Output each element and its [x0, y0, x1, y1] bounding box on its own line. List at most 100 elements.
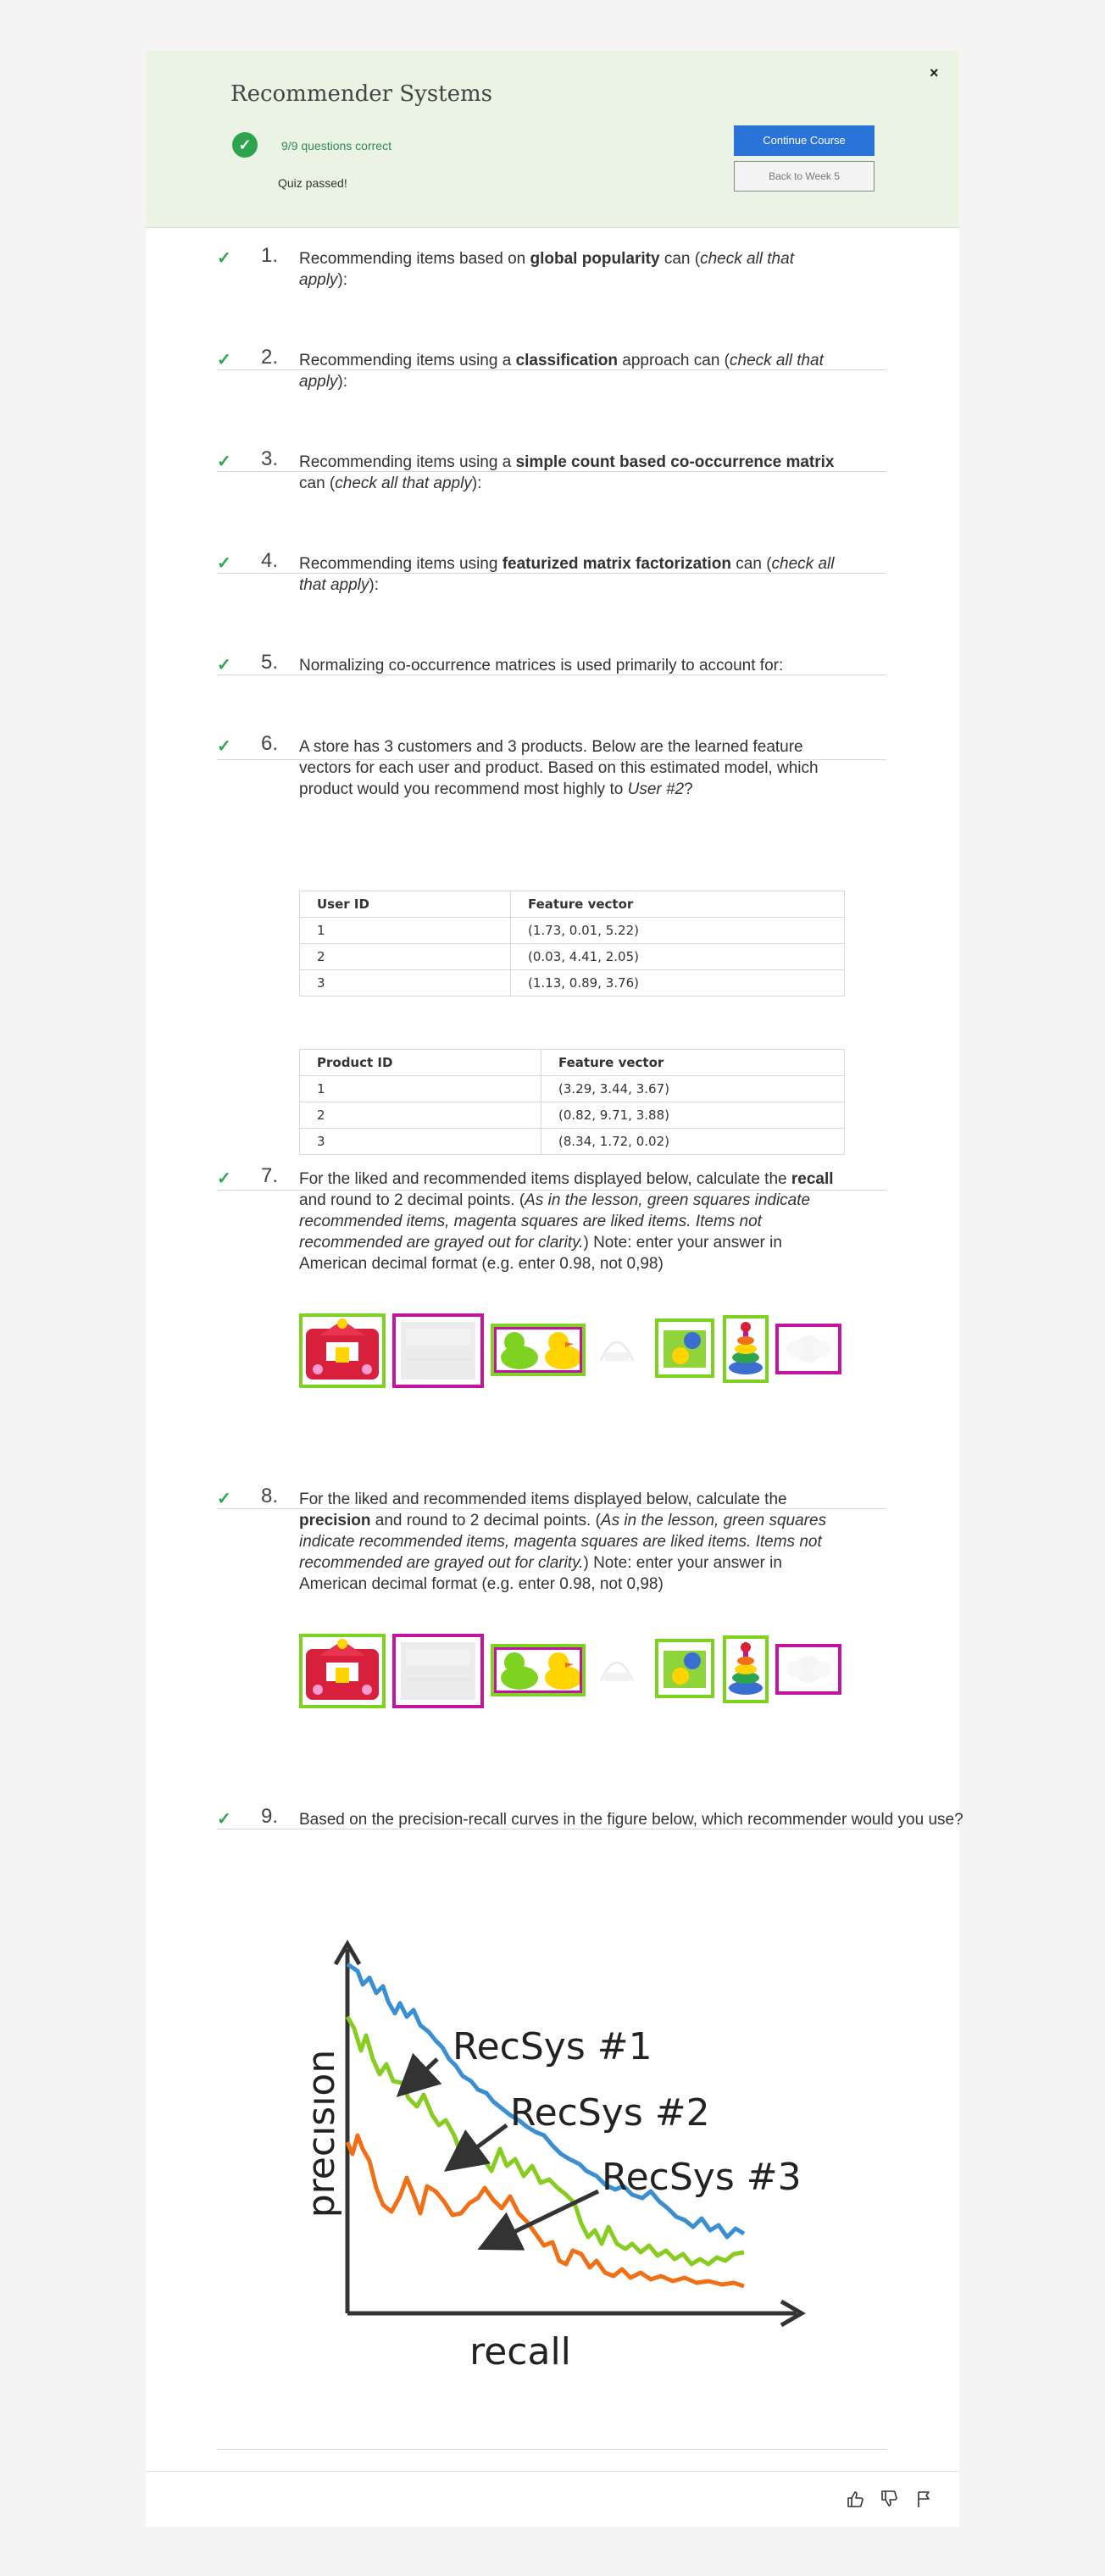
question-text: Normalizing co-occurrence matrices is us…	[299, 657, 784, 675]
baby-gym-image	[599, 1341, 635, 1362]
item-crib-bedding	[392, 1634, 484, 1708]
check-icon: ✓	[217, 1810, 231, 1829]
check-icon: ✓	[217, 737, 231, 756]
table-cell: (0.82, 9.71, 3.88)	[541, 1102, 845, 1129]
item-rubber-ducks	[491, 1644, 586, 1696]
table-cell: (1.73, 0.01, 5.22)	[510, 917, 845, 944]
item-baby-gym	[592, 1644, 648, 1696]
table-cell: 1	[299, 917, 511, 944]
recsys2-label: RecSys #2	[510, 2091, 710, 2135]
liked-frame	[494, 1327, 582, 1373]
table-cell: 2	[299, 1102, 541, 1129]
question-text: Recommending items using a classificatio…	[299, 352, 824, 391]
divider	[217, 2449, 886, 2450]
table-row: 1 (1.73, 0.01, 5.22)	[299, 917, 845, 944]
toy-house-image	[306, 1639, 379, 1700]
check-icon: ✓	[217, 1490, 231, 1508]
table-row: 3 (1.13, 0.89, 3.76)	[299, 969, 845, 997]
question-9: ✓ 9. Based on the precision-recall curve…	[217, 1805, 963, 2457]
question-text: Recommending items using a simple count …	[299, 453, 835, 492]
check-icon: ✓	[217, 1169, 231, 1188]
crib-bedding-image	[401, 1642, 475, 1700]
page-title: Recommender Systems	[230, 81, 493, 107]
stacking-rings-image	[729, 1322, 763, 1374]
score-text: 9/9 questions correct	[281, 139, 391, 153]
question-text: A store has 3 customers and 3 products. …	[299, 738, 819, 798]
item-toy-house	[299, 1634, 386, 1708]
check-icon: ✓	[217, 351, 231, 369]
question-8: ✓ 8. For the liked and recommended items…	[217, 1485, 886, 1832]
recsys1-arrow	[396, 2052, 442, 2098]
user-feature-table: User ID Feature vector 1 (1.73, 0.01, 5.…	[299, 891, 845, 997]
flag-icon[interactable]	[915, 2490, 934, 2508]
table-row: 1 (3.29, 3.44, 3.67)	[299, 1075, 845, 1102]
item-flower-pad	[775, 1644, 841, 1695]
footer-divider	[146, 2471, 959, 2472]
activity-blocks-image	[664, 1651, 706, 1688]
liked-frame	[494, 1647, 582, 1693]
check-icon: ✓	[217, 554, 231, 573]
quiz-header: × Recommender Systems ✓ 9/9 questions co…	[146, 51, 959, 228]
item-crib-bedding	[392, 1313, 484, 1388]
question-text: For the liked and recommended items disp…	[299, 1170, 834, 1273]
crib-bedding-image	[401, 1322, 475, 1380]
question-number: 5.	[261, 651, 279, 674]
recsys1-label: RecSys #1	[453, 2025, 652, 2068]
question-6: ✓ 6. A store has 3 customers and 3 produ…	[217, 732, 886, 1191]
table-cell: (3.29, 3.44, 3.67)	[541, 1075, 845, 1102]
quiz-passed-text: Quiz passed!	[278, 176, 347, 190]
table-header-row: User ID Feature vector	[299, 891, 845, 918]
table-header-row: Product ID Feature vector	[299, 1049, 845, 1076]
check-icon: ✓	[217, 452, 231, 471]
toy-house-image	[306, 1319, 379, 1380]
question-text: Recommending items using featurized matr…	[299, 555, 835, 594]
table-cell: 3	[299, 1128, 541, 1155]
table-cell: (0.03, 4.41, 2.05)	[510, 943, 845, 970]
activity-blocks-image	[664, 1330, 706, 1368]
item-activity-blocks	[655, 1639, 714, 1698]
item-activity-blocks	[655, 1319, 714, 1378]
table-cell: 1	[299, 1075, 541, 1102]
table-cell: (1.13, 0.89, 3.76)	[510, 969, 845, 997]
check-icon: ✓	[217, 656, 231, 675]
item-toy-house	[299, 1313, 386, 1388]
question-number: 3.	[261, 447, 279, 470]
item-rubber-ducks	[491, 1324, 586, 1376]
product-feature-table: Product ID Feature vector 1 (3.29, 3.44,…	[299, 1049, 845, 1155]
table-cell: (8.34, 1.72, 0.02)	[541, 1128, 845, 1155]
question-text: Recommending items based on global popul…	[299, 250, 794, 289]
table-cell: 2	[299, 943, 511, 970]
continue-course-button[interactable]: Continue Course	[734, 125, 875, 156]
column-header: Feature vector	[541, 1049, 845, 1076]
item-stacking-rings	[723, 1315, 769, 1383]
question-number: 6.	[261, 732, 279, 755]
check-icon: ✓	[217, 249, 231, 268]
x-axis-label: recall	[469, 2330, 571, 2373]
question-text: For the liked and recommended items disp…	[299, 1491, 827, 1593]
baby-gym-image	[599, 1661, 635, 1682]
table-cell: 3	[299, 969, 511, 997]
stacking-rings-image	[729, 1642, 763, 1695]
back-to-week-button[interactable]: Back to Week 5	[734, 161, 875, 192]
y-axis-label: precision	[310, 2050, 343, 2218]
column-header: Feature vector	[510, 891, 845, 918]
item-baby-gym	[592, 1324, 648, 1376]
recsys3-label: RecSys #3	[602, 2156, 802, 2199]
quiz-panel: × Recommender Systems ✓ 9/9 questions co…	[146, 51, 963, 2527]
question-number: 2.	[261, 346, 279, 369]
thumbs-down-icon[interactable]	[880, 2490, 898, 2508]
item-flower-pad	[775, 1324, 841, 1374]
precision-recall-figure: RecSys #1 RecSys #2 RecSys #3 recall pre…	[310, 1940, 806, 2373]
column-header: Product ID	[299, 1049, 541, 1076]
table-row: 2 (0.03, 4.41, 2.05)	[299, 943, 845, 970]
table-row: 3 (8.34, 1.72, 0.02)	[299, 1128, 845, 1155]
close-icon[interactable]: ×	[930, 64, 939, 82]
item-stacking-rings	[723, 1635, 769, 1703]
question-number: 7.	[261, 1164, 279, 1187]
thumbs-up-icon[interactable]	[846, 2490, 864, 2508]
column-header: User ID	[299, 891, 511, 918]
question-number: 1.	[261, 244, 279, 267]
question-number: 9.	[261, 1805, 279, 1828]
table-row: 2 (0.82, 9.71, 3.88)	[299, 1102, 845, 1129]
flower-pad-image	[786, 1335, 830, 1363]
